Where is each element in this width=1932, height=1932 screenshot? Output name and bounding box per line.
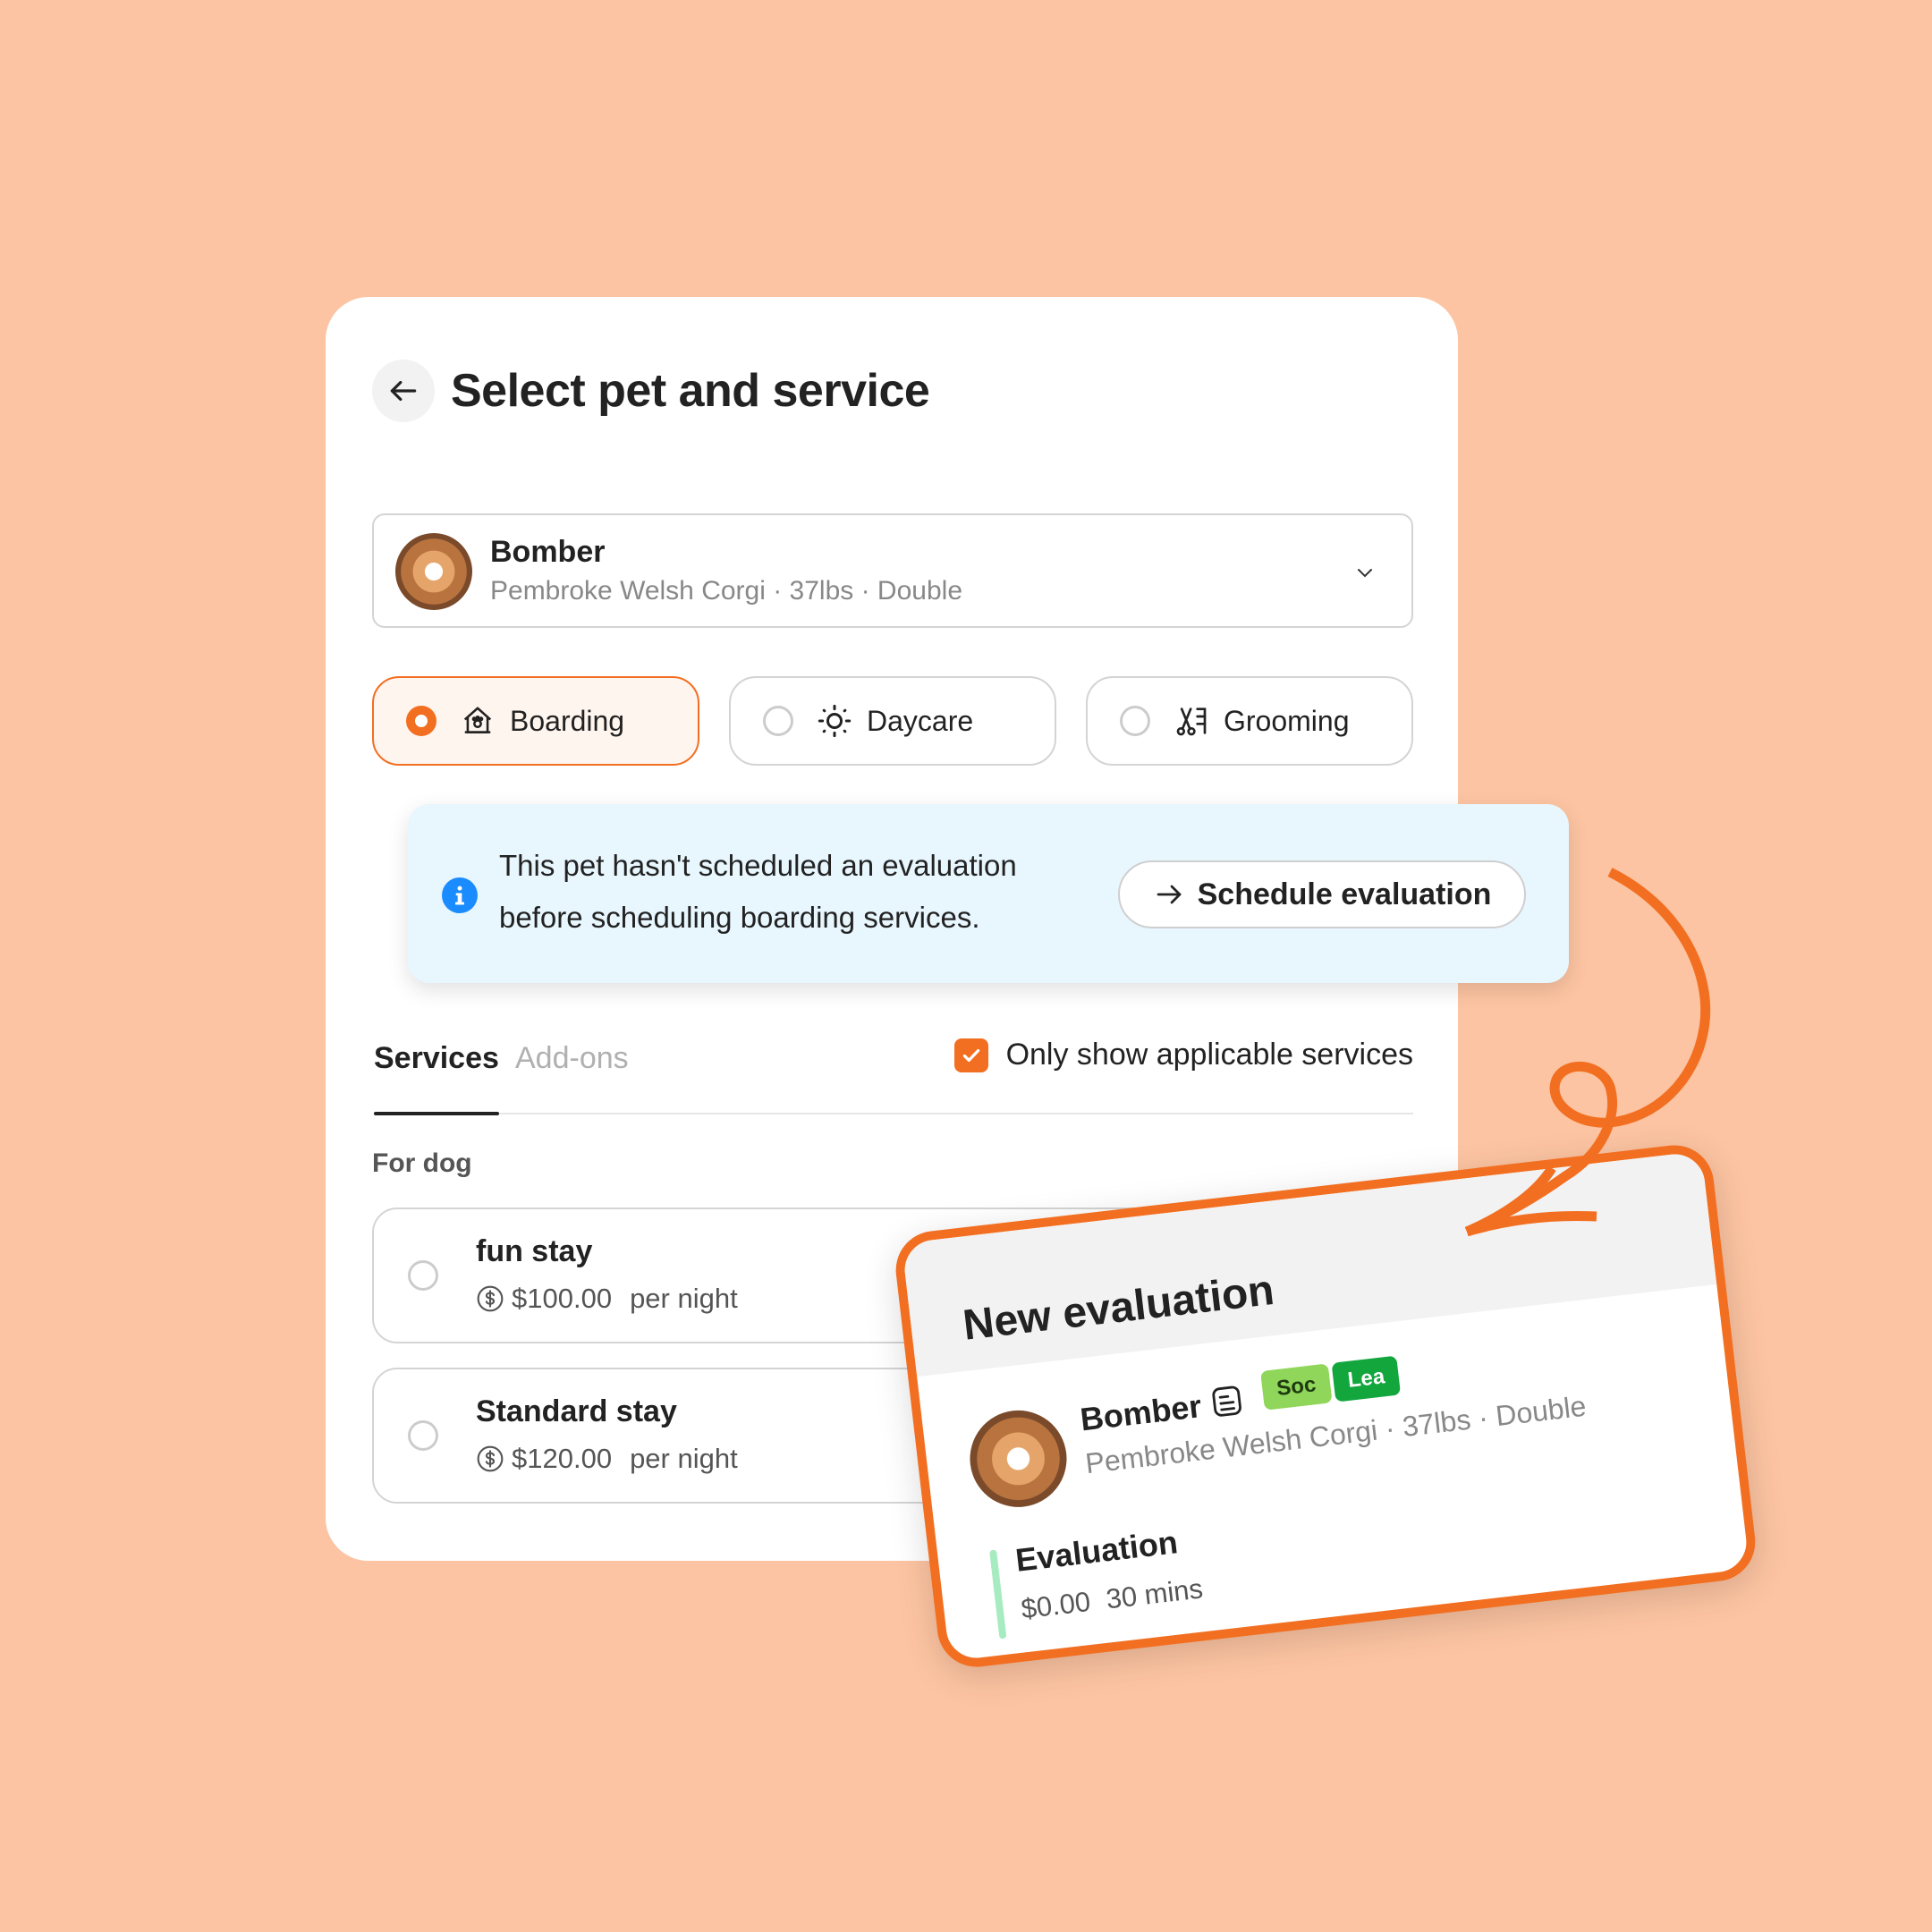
schedule-evaluation-label: Schedule evaluation bbox=[1197, 877, 1492, 911]
tab-services[interactable]: Services bbox=[374, 1041, 499, 1076]
service-type-label: Boarding bbox=[510, 704, 625, 737]
corgi-avatar bbox=[395, 533, 472, 610]
pet-name: Bomber bbox=[490, 535, 606, 569]
radio-unselected[interactable] bbox=[1120, 706, 1150, 736]
tab-add-ons[interactable]: Add-ons bbox=[515, 1041, 629, 1076]
info-icon bbox=[442, 877, 478, 913]
service-type-group: Boarding Daycare Grooming bbox=[372, 676, 1413, 766]
applicable-services-filter[interactable]: Only show applicable services bbox=[953, 1038, 1413, 1072]
pet-selector-dropdown[interactable]: Bomber Pembroke Welsh Corgi · 37lbs · Do… bbox=[372, 513, 1413, 628]
schedule-evaluation-button[interactable]: Schedule evaluation bbox=[1118, 860, 1526, 928]
radio-selected[interactable] bbox=[406, 706, 436, 736]
service-unit: per night bbox=[630, 1443, 738, 1474]
check-icon bbox=[962, 1048, 979, 1062]
dollar-circle-icon bbox=[477, 1445, 504, 1472]
service-name: Standard stay bbox=[476, 1394, 677, 1428]
service-price: $100.00 bbox=[512, 1283, 613, 1314]
new-evaluation-card: New evaluation Bomber Soc Lea Pembroke W… bbox=[891, 1140, 1760, 1672]
section-label: For dog bbox=[372, 1148, 472, 1178]
radio-unselected[interactable] bbox=[408, 1420, 438, 1451]
radio-unselected[interactable] bbox=[408, 1260, 438, 1291]
scissors-comb-icon bbox=[1176, 708, 1207, 736]
service-unit: per night bbox=[630, 1283, 738, 1314]
evaluation-price: $0.00 bbox=[1019, 1585, 1092, 1625]
checkbox-checked[interactable] bbox=[953, 1038, 988, 1072]
house-paw-icon bbox=[463, 707, 492, 733]
note-icon bbox=[1212, 1385, 1241, 1417]
chevron-down-icon bbox=[1358, 569, 1372, 578]
service-type-boarding[interactable]: Boarding bbox=[372, 676, 699, 766]
service-color-bar bbox=[989, 1549, 1007, 1640]
back-button[interactable] bbox=[372, 360, 435, 422]
tag-soc: Soc bbox=[1260, 1363, 1333, 1411]
arrow-right-icon bbox=[1157, 885, 1181, 904]
service-type-label: Daycare bbox=[867, 704, 974, 737]
service-price: $120.00 bbox=[512, 1443, 613, 1474]
dollar-circle-icon bbox=[477, 1285, 504, 1312]
evaluation-required-banner: This pet hasn't scheduled an evaluation … bbox=[408, 804, 1569, 983]
service-tabs: Services Add-ons Only show applicable se… bbox=[374, 1030, 1413, 1115]
evaluation-service-name: Evaluation bbox=[1013, 1523, 1180, 1579]
arrow-left-icon bbox=[390, 380, 417, 402]
service-type-daycare[interactable]: Daycare bbox=[729, 676, 1056, 766]
service-type-label: Grooming bbox=[1224, 704, 1350, 737]
active-tab-indicator bbox=[374, 1112, 499, 1115]
pet-details: Pembroke Welsh Corgi · 37lbs · Double bbox=[490, 576, 963, 606]
page-title: Select pet and service bbox=[451, 365, 930, 417]
corgi-avatar bbox=[964, 1405, 1072, 1513]
service-type-grooming[interactable]: Grooming bbox=[1086, 676, 1413, 766]
evaluation-pet-name: Bomber bbox=[1078, 1387, 1204, 1438]
service-name: fun stay bbox=[476, 1234, 593, 1268]
banner-message-line2: before scheduling boarding services. bbox=[499, 901, 980, 934]
sun-icon bbox=[818, 704, 852, 738]
banner-message-line1: This pet hasn't scheduled an evaluation bbox=[499, 849, 1017, 882]
tag-lea: Lea bbox=[1331, 1355, 1402, 1402]
radio-unselected[interactable] bbox=[763, 706, 793, 736]
filter-label: Only show applicable services bbox=[1005, 1038, 1413, 1072]
evaluation-duration: 30 mins bbox=[1104, 1572, 1205, 1615]
